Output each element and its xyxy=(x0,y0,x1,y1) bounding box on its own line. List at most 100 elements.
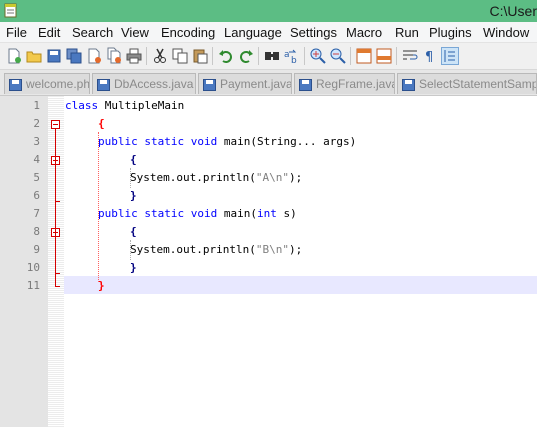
title-bar: C:\User xyxy=(0,0,537,22)
code-line-4[interactable]: { xyxy=(130,151,137,169)
menu-run[interactable]: Run xyxy=(395,25,419,40)
fold-toggle[interactable] xyxy=(51,120,60,129)
fold-line xyxy=(55,129,56,286)
line-number: 7 xyxy=(33,207,40,220)
tab-selectstatementsample-java[interactable]: SelectStatementSample.ja xyxy=(397,73,537,94)
menu-macro[interactable]: Macro xyxy=(346,25,382,40)
tab-label: RegFrame.java xyxy=(316,77,395,91)
menu-encoding[interactable]: Encoding xyxy=(161,25,215,40)
undo-icon[interactable] xyxy=(217,47,235,65)
svg-text:b: b xyxy=(291,56,297,65)
redo-icon[interactable] xyxy=(237,47,255,65)
line-number: 2 xyxy=(33,117,40,130)
method-signature: s) xyxy=(276,207,297,220)
toolbar: ab ¶ xyxy=(0,43,537,70)
current-line-highlight xyxy=(64,276,537,294)
copy-icon[interactable] xyxy=(171,47,189,65)
method-signature: main( xyxy=(217,207,257,220)
paste-icon[interactable] xyxy=(191,47,209,65)
code-line-1[interactable]: class MultipleMain xyxy=(65,97,184,115)
saved-file-icon xyxy=(9,78,22,91)
tab-label: Payment.java xyxy=(220,77,292,91)
save-all-icon[interactable] xyxy=(65,47,83,65)
brace: } xyxy=(130,189,137,202)
saved-file-icon xyxy=(299,78,312,91)
indent-guide-icon[interactable] xyxy=(441,47,459,65)
menu-edit[interactable]: Edit xyxy=(38,25,60,40)
cut-icon[interactable] xyxy=(151,47,169,65)
menu-language[interactable]: Language xyxy=(224,25,282,40)
matched-brace: { xyxy=(98,117,105,130)
code-line-7[interactable]: public static void main(int s) xyxy=(98,205,297,223)
toolbar-separator xyxy=(212,47,213,65)
menu-view[interactable]: View xyxy=(121,25,149,40)
menu-search[interactable]: Search xyxy=(72,25,113,40)
word-wrap-icon[interactable] xyxy=(401,47,419,65)
close-icon[interactable] xyxy=(85,47,103,65)
svg-text:¶: ¶ xyxy=(425,50,433,65)
code-line-10[interactable]: } xyxy=(130,259,137,277)
toolbar-separator xyxy=(146,47,147,65)
menu-bar: File Edit Search View Encoding Language … xyxy=(0,22,537,43)
saved-file-icon xyxy=(203,78,216,91)
sync-horizontal-icon[interactable] xyxy=(375,47,393,65)
line-number: 1 xyxy=(33,99,40,112)
toolbar-separator xyxy=(258,47,259,65)
line-number: 5 xyxy=(33,171,40,184)
keyword: public static void xyxy=(98,207,218,220)
code-line-11[interactable]: } xyxy=(98,277,105,295)
tab-label: welcome.php xyxy=(26,77,90,91)
keyword: int xyxy=(256,207,277,220)
brace: { xyxy=(130,153,137,166)
line-number: 8 xyxy=(33,225,40,238)
line-number: 11 xyxy=(26,279,40,292)
show-all-chars-icon[interactable]: ¶ xyxy=(421,47,439,65)
zoom-in-icon[interactable] xyxy=(309,47,327,65)
statement: System.out.println( xyxy=(130,171,256,184)
tab-label: SelectStatementSample.ja xyxy=(419,77,536,91)
code-line-2[interactable]: { xyxy=(98,115,105,133)
menu-plugins[interactable]: Plugins xyxy=(429,25,472,40)
statement: System.out.println( xyxy=(130,243,256,256)
tab-payment-java[interactable]: Payment.java xyxy=(198,73,292,94)
toolbar-separator xyxy=(350,47,351,65)
brace: } xyxy=(130,261,137,274)
save-icon[interactable] xyxy=(45,47,63,65)
statement-end: ); xyxy=(288,171,303,184)
code-line-5[interactable]: System.out.println("A\n"); xyxy=(130,169,302,187)
menu-settings[interactable]: Settings xyxy=(290,25,337,40)
fold-margin xyxy=(48,96,64,427)
notepad-app-icon xyxy=(4,2,18,18)
line-number: 3 xyxy=(33,135,40,148)
keyword: class xyxy=(65,99,99,112)
zoom-out-icon[interactable] xyxy=(329,47,347,65)
code-line-6[interactable]: } xyxy=(130,187,137,205)
code-line-9[interactable]: System.out.println("B\n"); xyxy=(130,241,302,259)
saved-file-icon xyxy=(97,78,110,91)
matched-brace: } xyxy=(98,279,105,292)
code-line-3[interactable]: public static void main(String... args) xyxy=(98,133,356,151)
print-icon[interactable] xyxy=(125,47,143,65)
replace-icon[interactable]: ab xyxy=(283,47,301,65)
close-all-icon[interactable] xyxy=(105,47,123,65)
find-icon[interactable] xyxy=(263,47,281,65)
code-line-8[interactable]: { xyxy=(130,223,137,241)
menu-file[interactable]: File xyxy=(6,25,27,40)
toolbar-separator xyxy=(304,47,305,65)
saved-file-icon xyxy=(402,78,415,91)
tab-dbaccess-java[interactable]: DbAccess.java xyxy=(92,73,196,94)
code-editor[interactable]: 1 2 3 4 5 6 7 8 9 10 11 class MultipleMa… xyxy=(0,96,537,427)
fold-end-marker xyxy=(55,286,60,287)
line-number: 10 xyxy=(26,261,40,274)
tab-regframe-java[interactable]: RegFrame.java xyxy=(294,73,395,94)
menu-window[interactable]: Window xyxy=(483,25,529,40)
sync-vertical-icon[interactable] xyxy=(355,47,373,65)
new-file-icon[interactable] xyxy=(5,47,23,65)
line-number: 6 xyxy=(33,189,40,202)
open-file-icon[interactable] xyxy=(25,47,43,65)
fold-end-marker xyxy=(55,273,60,274)
keyword: public static void xyxy=(98,135,218,148)
line-number: 4 xyxy=(33,153,40,166)
tab-welcome-php[interactable]: welcome.php xyxy=(4,73,90,94)
line-number: 9 xyxy=(33,243,40,256)
